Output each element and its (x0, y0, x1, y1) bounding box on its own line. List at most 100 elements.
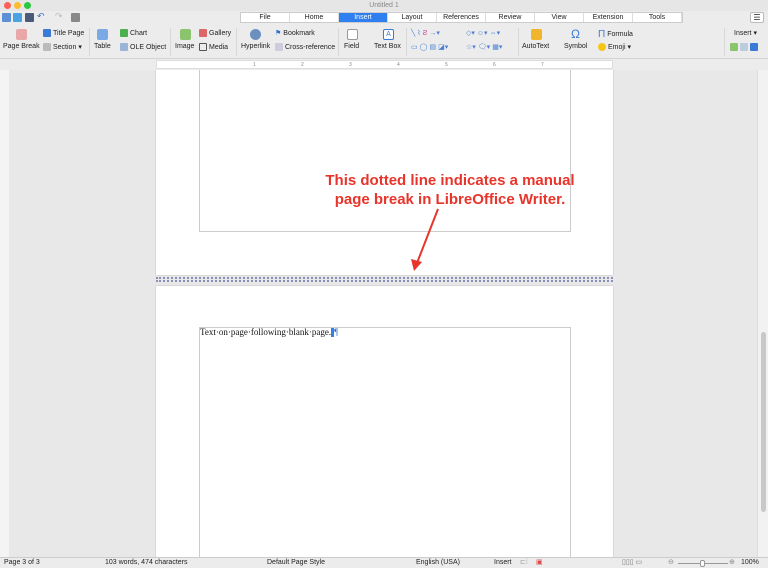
zoom-window-button[interactable] (24, 2, 31, 9)
title-bar: Untitled 1 (0, 0, 768, 11)
lines-shapes-row[interactable]: ╲ ⌇ Ƨ →▾ (411, 29, 440, 38)
open-folder-icon[interactable] (13, 13, 22, 22)
language[interactable]: English (USA) (416, 558, 460, 568)
undo-icon[interactable]: ↶ (37, 11, 46, 21)
object-small-icon (740, 43, 748, 51)
extra-insert-icons[interactable] (730, 43, 758, 51)
shape-dropdowns-bottom[interactable]: ☆▾ 🗨▾ ▦▾ (466, 43, 502, 51)
hyperlink-button[interactable]: Hyperlink (241, 43, 270, 50)
horizontal-ruler[interactable]: 1 2 3 4 5 6 7 (156, 60, 613, 69)
text-box-button[interactable]: Text Box (374, 43, 401, 50)
cross-reference-icon (275, 43, 283, 51)
vertical-scrollbar[interactable] (757, 70, 768, 557)
zoom-out-icon[interactable]: ⊖ (668, 558, 674, 568)
view-layout-icons[interactable]: ▯▯▯ ▭ (622, 558, 642, 568)
tab-view[interactable]: View (535, 13, 584, 22)
header-footer-icon (750, 43, 758, 51)
page-3[interactable]: Text·on·page·following·blank·page. ¶ (156, 286, 613, 557)
omega-icon: Ω (571, 27, 580, 41)
image-label: Image (175, 43, 195, 50)
tab-insert[interactable]: Insert (339, 13, 388, 22)
minimize-window-button[interactable] (14, 2, 21, 9)
formula-button[interactable]: Π Formula (598, 29, 633, 40)
status-bar: Page 3 of 3 103 words, 474 characters De… (0, 557, 768, 568)
star-icon: ☆▾ (466, 44, 476, 51)
zoom-level[interactable]: 100% (741, 558, 759, 568)
polygon-icon: Ƨ (422, 29, 428, 37)
cross-reference-button[interactable]: Cross-reference (275, 43, 335, 51)
insert-dropdown[interactable]: Insert ▾ (734, 29, 758, 38)
shape-dropdowns-top[interactable]: ◇▾ ☺▾ ⇔▾ (466, 29, 500, 37)
manual-page-break-line (156, 277, 613, 282)
gallery-icon (199, 29, 207, 37)
fontwork-icon: ◪▾ (438, 44, 449, 51)
tab-tools[interactable]: Tools (633, 13, 682, 22)
double-arrow-icon: ⇔▾ (489, 30, 501, 37)
vertical-ruler[interactable] (0, 70, 9, 557)
tab-home[interactable]: Home (290, 13, 339, 22)
section-button[interactable]: Section ▾ (43, 43, 82, 51)
annotation-line-2: page break in LibreOffice Writer. (334, 191, 566, 208)
insert-mode[interactable]: Insert (494, 558, 512, 568)
page-break-icon (16, 29, 27, 40)
document-modified-icon[interactable]: ▣ (536, 558, 543, 568)
document-area[interactable]: Text·on·page·following·blank·page. ¶ This… (0, 70, 757, 557)
table-button[interactable]: Table (94, 43, 111, 50)
new-document-icon[interactable] (2, 13, 11, 22)
chevron-down-icon: ▾ (753, 30, 758, 37)
symbol-label: Symbol (564, 43, 588, 50)
chevron-down-icon: ▾ (78, 44, 82, 51)
ruler-tick: 5 (445, 62, 448, 68)
redo-icon[interactable]: ↷ (55, 11, 64, 21)
word-count[interactable]: 103 words, 474 characters (105, 558, 188, 568)
section-icon (43, 43, 51, 51)
image-small-icon (730, 43, 738, 51)
zoom-slider-thumb[interactable] (700, 560, 705, 567)
tab-extension[interactable]: Extension (584, 13, 633, 22)
hamburger-menu-button[interactable]: ☰ (750, 12, 764, 23)
scrollbar-thumb[interactable] (761, 332, 766, 512)
frame-icon: ▤ (429, 44, 437, 51)
tab-references[interactable]: References (437, 13, 486, 22)
text-boundary (199, 327, 571, 557)
title-page-label: Title Page (53, 29, 85, 37)
zoom-in-icon[interactable]: ⊕ (729, 558, 735, 568)
hyperlink-label: Hyperlink (241, 43, 271, 50)
tab-review[interactable]: Review (486, 13, 535, 22)
page-count[interactable]: Page 3 of 3 (4, 558, 40, 568)
page-style[interactable]: Default Page Style (267, 558, 325, 568)
ruler-tick: 6 (493, 62, 496, 68)
table-label: Table (94, 43, 111, 50)
bookmark-label: Bookmark (283, 29, 315, 37)
close-window-button[interactable] (4, 2, 11, 9)
ole-object-button[interactable]: OLE Object (120, 43, 166, 51)
page-text[interactable]: Text·on·page·following·blank·page. ¶ (200, 327, 338, 338)
curve-icon: ⌇ (417, 30, 421, 37)
bookmark-flag-icon: ⚑ (275, 30, 282, 37)
save-icon[interactable] (25, 13, 34, 22)
body-text: Text·on·page·following·blank·page. (200, 327, 332, 337)
symbol-button[interactable]: Symbol (564, 43, 587, 50)
image-button[interactable]: Image (175, 43, 194, 50)
page-break-button[interactable]: Page Break (3, 43, 40, 50)
emoji-icon (598, 43, 606, 51)
basic-shapes-row[interactable]: ▭ ◯ ▤ ◪▾ (411, 43, 448, 51)
ellipse-icon: ◯ (419, 44, 428, 51)
bookmark-button[interactable]: ⚑ Bookmark (275, 29, 315, 38)
field-button[interactable]: Field (344, 43, 359, 50)
line-icon: ╲ (411, 30, 416, 37)
tab-layout[interactable]: Layout (388, 13, 437, 22)
chart-button[interactable]: Chart (120, 29, 147, 37)
gallery-button[interactable]: Gallery (199, 29, 231, 37)
ruler-tick: 3 (349, 62, 352, 68)
autotext-label: AutoText (522, 43, 550, 50)
insert-ribbon: Page Break Title Page Section ▾ Table Cha… (0, 25, 768, 59)
emoji-button[interactable]: Emoji ▾ (598, 43, 631, 51)
title-page-button[interactable]: Title Page (43, 29, 84, 37)
pi-icon: Π (598, 29, 606, 40)
autotext-button[interactable]: AutoText (522, 43, 549, 50)
selection-mode-icon[interactable]: ⊏⁞ (520, 558, 528, 568)
tab-file[interactable]: File (241, 13, 290, 22)
media-button[interactable]: Media (199, 43, 228, 51)
print-icon[interactable] (71, 13, 80, 22)
